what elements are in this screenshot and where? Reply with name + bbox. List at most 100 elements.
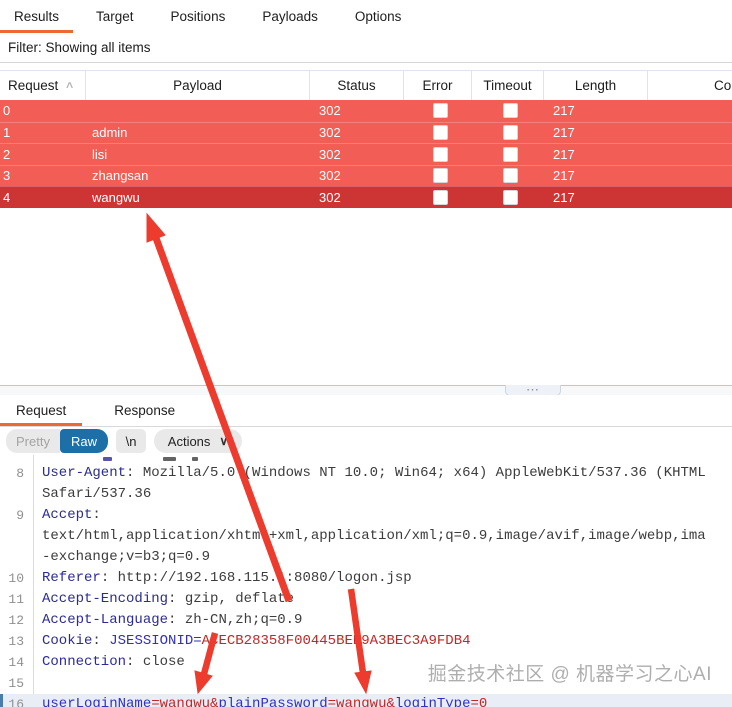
timeout-checkbox[interactable] [503,189,518,205]
line-number: 12 [8,613,24,628]
actions-button[interactable]: Actions ∨ [154,429,242,453]
clipped-text-fragment [163,457,176,461]
cell-payload: zhangsan [92,168,149,184]
tab-results[interactable]: Results [0,0,74,33]
results-table-body: 0 302 217 1 admin 302 217 2 lisi 302 217 3 zhangsan 3… [0,100,732,208]
sort-ascending-icon: ∧ [64,80,76,91]
timeout-checkbox[interactable] [503,146,518,162]
tab-payloads[interactable]: Payloads [248,0,332,33]
cell-status: 302 [319,125,341,141]
error-checkbox[interactable] [433,189,448,205]
timeout-checkbox[interactable] [503,103,518,119]
cell-payload: wangwu [92,189,140,205]
column-header-label: Length [574,78,617,93]
splitter-grip-icon: ⋯ [526,382,540,397]
cell-timeout [472,168,544,184]
cell-length: 217 [553,125,575,141]
cell-payload: admin [92,125,128,141]
burp-intruder-results-window: Results Target Positions Payloads Options Fi… [0,0,732,707]
line-text: Accept-Language: zh-CN,zh;q=0.9 [42,612,303,628]
error-checkbox[interactable] [433,146,448,162]
cell-request: 2 [3,146,11,162]
cell-timeout [472,189,544,205]
line-number [0,484,24,505]
tab-target[interactable]: Target [82,0,148,33]
editor-line-9: 9 Accept: [0,505,732,526]
column-header-length[interactable]: Length [544,71,648,100]
column-header-payload[interactable]: Payload [86,71,310,100]
cell-length: 217 [553,168,575,184]
column-header-label: Co [714,78,732,93]
raw-button[interactable]: Raw [60,429,108,453]
column-header-comment[interactable]: Co [648,71,732,100]
cell-length: 217 [553,103,575,119]
cell-length: 217 [553,189,575,205]
actions-label: Actions [167,433,211,449]
line-number: 16 [8,697,24,707]
chevron-down-icon: ∨ [219,434,229,448]
cell-status: 302 [319,146,341,162]
filter-bar[interactable]: Filter: Showing all items [0,33,732,63]
newline-toggle-button[interactable]: \n [116,429,146,453]
column-header-label: Timeout [483,78,532,93]
message-toolbar: Pretty Raw \n Actions ∨ [0,427,732,455]
error-checkbox[interactable] [433,168,448,184]
column-header-timeout[interactable]: Timeout [472,71,544,100]
cell-payload: lisi [92,146,108,162]
pretty-button[interactable]: Pretty [6,429,60,453]
timeout-checkbox[interactable] [503,168,518,184]
table-row-request-2[interactable]: 2 lisi 302 217 [0,143,732,165]
column-header-label: Payload [173,78,222,93]
tab-positions[interactable]: Positions [157,0,240,33]
column-header-label: Request [8,78,59,93]
line-number: 13 [8,634,24,649]
line-text: User-Agent: Mozilla/5.0 (Windows NT 10.0… [42,465,706,481]
editor-line-13: 13 Cookie: JSESSIONID=ACECB28358F00445BEB… [0,631,732,652]
line-number [0,526,24,547]
line-text: userLoginName=wangwu&plainPassword=wangw… [42,696,488,707]
editor-line-11: 11 Accept-Encoding: gzip, deflate [0,589,732,610]
line-text: Accept: [42,507,101,523]
cell-error [404,125,472,141]
table-row-request-0[interactable]: 0 302 217 [0,100,732,122]
column-header-label: Status [337,78,376,93]
column-header-error[interactable]: Error [404,71,472,100]
cell-request: 4 [3,189,11,205]
error-checkbox[interactable] [433,125,448,141]
line-text: text/html,application/xhtml+xml,applicat… [42,528,706,544]
line-number: 15 [8,676,24,691]
cell-status: 302 [319,168,341,184]
cell-request: 0 [3,103,11,119]
line-number: 8 [16,466,24,481]
filter-label: Filter: Showing all items [8,40,151,55]
table-row-request-4[interactable]: 4 wangwu 302 217 [0,186,732,208]
tab-request[interactable]: Request [0,395,83,426]
column-header-request[interactable]: Request ∧ [0,71,86,100]
clipped-text-fragment [192,457,198,461]
cell-request: 1 [3,125,11,141]
tab-response[interactable]: Response [98,395,191,426]
watermark-text: 掘金技术社区 @ 机器学习之心AI [427,664,712,685]
error-checkbox[interactable] [433,103,448,119]
cell-timeout [472,103,544,119]
message-tab-bar: Request Response [0,395,732,427]
timeout-checkbox[interactable] [503,125,518,141]
table-row-request-3[interactable]: 3 zhangsan 302 217 [0,164,732,186]
line-number: 14 [8,655,24,670]
editor-line-wrap: Safari/537.36 [0,484,732,505]
editor-line-wrap: -exchange;v=b3;q=0.9 [0,547,732,568]
cell-length: 217 [553,146,575,162]
table-row-request-1[interactable]: 1 admin 302 217 [0,121,732,143]
cell-status: 302 [319,103,341,119]
editor-line-8: 8 User-Agent: Mozilla/5.0 (Windows NT 10.… [0,463,732,484]
intruder-tab-bar: Results Target Positions Payloads Options [0,0,732,34]
cell-error [404,146,472,162]
editor-line-12: 12 Accept-Language: zh-CN,zh;q=0.9 [0,610,732,631]
cell-error [404,189,472,205]
line-number: 10 [8,571,24,586]
clipped-text-fragment [103,457,112,461]
panel-strip [0,386,732,395]
column-header-status[interactable]: Status [310,71,404,100]
results-table: Request ∧ Payload Status Error Timeout Length C… [0,70,732,208]
tab-options[interactable]: Options [341,0,416,33]
